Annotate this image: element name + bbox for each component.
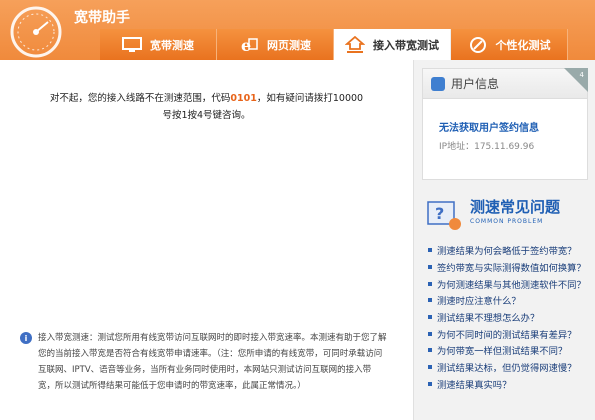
ip-value: 175.11.69.96 xyxy=(474,142,535,152)
faq-item[interactable]: 测试结果达标，但仍觉得网速慢？ xyxy=(428,359,593,376)
bullet-icon xyxy=(428,248,432,253)
app-header: 宽带助手 宽带测速 e 网页测速 接入带宽测试 个性化测试 xyxy=(0,0,595,60)
faq-item[interactable]: 签约带宽与实际测得数值如何换算？ xyxy=(428,259,593,276)
tab-label: 接入带宽测试 xyxy=(373,38,439,52)
home-network-icon xyxy=(345,35,365,54)
faq-item[interactable]: 为何不同时间的测试结果有差异？ xyxy=(428,325,593,342)
bullet-icon xyxy=(428,331,432,336)
app-title: 宽带助手 xyxy=(74,10,130,26)
ip-label: IP地址： xyxy=(439,142,475,152)
ip-row: IP地址：175.11.69.96 xyxy=(439,139,534,152)
info-icon: i xyxy=(20,332,32,344)
tab-webpage-speed[interactable]: e 网页测速 xyxy=(217,29,334,60)
tab-label: 个性化测试 xyxy=(495,38,551,52)
faq-title: 测速常见问题 xyxy=(470,198,561,216)
user-status: 无法获取用户签约信息 xyxy=(439,123,539,134)
svg-text:?: ? xyxy=(435,204,444,223)
error-code: 0101 xyxy=(230,93,257,104)
bullet-icon xyxy=(428,315,432,320)
bullet-icon xyxy=(428,265,432,270)
tools-icon xyxy=(468,36,488,54)
faq-item[interactable]: 测速时应注意什么？ xyxy=(428,292,593,309)
question-board-icon: ? xyxy=(427,201,461,230)
user-info-card: 用户信息 4 无法获取用户签约信息 IP地址：175.11.69.96 xyxy=(422,68,588,180)
error-message: 对不起，您的接入线路不在测速范围，代码0101，如有疑问请拨打10000 号按1… xyxy=(0,90,413,124)
tab-label: 网页测速 xyxy=(267,38,311,52)
main-panel: 对不起，您的接入线路不在测速范围，代码0101，如有疑问请拨打10000 号按1… xyxy=(0,60,413,420)
bullet-icon xyxy=(428,348,432,353)
browser-icon: e xyxy=(239,36,259,54)
test-description: i 接入带宽测速：测试您所用有线宽带访问互联网时的即时接入带宽速率。本测速有助于… xyxy=(20,330,388,394)
description-text: 接入带宽测速：测试您所用有线宽带访问互联网时的即时接入带宽速率。本测速有助于您了… xyxy=(38,333,387,391)
tab-broadband-speed[interactable]: 宽带测速 xyxy=(100,29,217,60)
faq-item[interactable]: 测速结果为何会略低于签约带宽？ xyxy=(428,242,593,259)
monitor-icon xyxy=(122,36,142,54)
speedometer-logo-icon xyxy=(10,6,62,58)
bullet-icon xyxy=(428,365,432,370)
bullet-icon xyxy=(428,298,432,303)
message-text: ，如有疑问请拨打10000 xyxy=(256,93,364,104)
tab-access-bandwidth-test[interactable]: 接入带宽测试 xyxy=(334,29,451,60)
faq-item[interactable]: 测试结果不理想怎么办？ xyxy=(428,309,593,326)
faq-item[interactable]: 测速结果真实吗？ xyxy=(428,376,593,393)
tab-personalized-test[interactable]: 个性化测试 xyxy=(451,29,568,60)
main-tabs: 宽带测速 e 网页测速 接入带宽测试 个性化测试 xyxy=(100,29,568,60)
message-text: 对不起，您的接入线路不在测速范围，代码 xyxy=(49,93,231,104)
user-card-title: 用户信息 xyxy=(451,77,500,91)
faq-list: 测速结果为何会略低于签约带宽？ 签约带宽与实际测得数值如何换算？ 为何测速结果与… xyxy=(428,242,593,392)
badge-count: 4 xyxy=(579,71,584,79)
user-card-header: 用户信息 xyxy=(423,69,587,99)
message-text: 号按1按4号键咨询。 xyxy=(162,110,251,121)
user-icon xyxy=(431,76,445,91)
faq-item[interactable]: 为何带宽一样但测试结果不同？ xyxy=(428,342,593,359)
faq-subtitle: COMMON PROBLEM xyxy=(470,218,544,225)
bullet-icon xyxy=(428,281,432,286)
faq-header: ? 测速常见问题 COMMON PROBLEM xyxy=(426,196,560,236)
tab-label: 宽带测速 xyxy=(150,38,194,52)
faq-item[interactable]: 为何测速结果与其他测速软件不同？ xyxy=(428,275,593,292)
bullet-icon xyxy=(428,381,432,386)
sidebar: 用户信息 4 无法获取用户签约信息 IP地址：175.11.69.96 ? 测速… xyxy=(413,60,595,420)
